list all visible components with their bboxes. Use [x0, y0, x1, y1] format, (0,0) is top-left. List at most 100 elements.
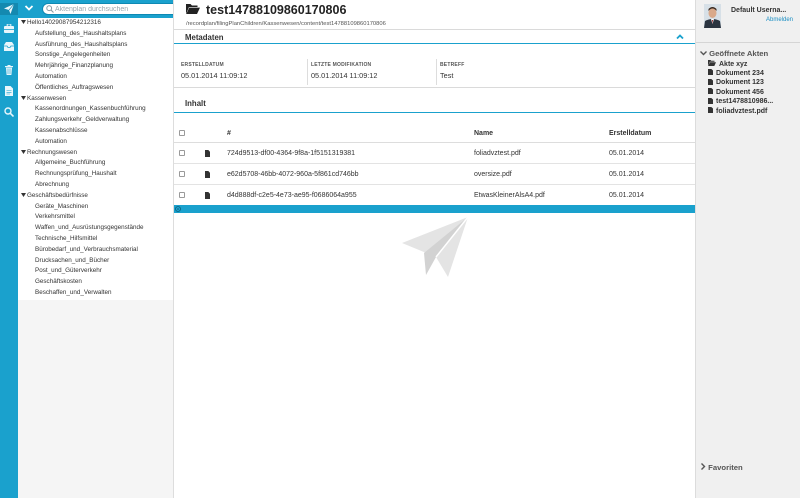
tree-item-label: Rechnungsprüfung_Haushalt	[35, 170, 117, 178]
table-row[interactable]: d4d888df-c2e5-4e73-ae95-f0686064a955 Etwa…	[174, 185, 696, 206]
tree-item-label: Geschäftsbedürfnisse	[27, 191, 88, 199]
tree-leaf[interactable]: Post_und_Güterverkehr	[35, 266, 102, 277]
file-icon	[708, 88, 713, 96]
tree-leaf[interactable]: Beschaffen_und_Verwalten	[35, 288, 112, 299]
tree-leaf[interactable]: Automation	[35, 72, 67, 83]
tree-leaf[interactable]: Sonstige_Angelegenheiten	[35, 50, 110, 61]
favorites-title: Favoriten	[708, 463, 743, 472]
info-icon[interactable]	[175, 206, 181, 212]
row-checkbox[interactable]	[179, 192, 185, 198]
tree-node[interactable]: Rechnungswesen	[21, 148, 77, 159]
tree-leaf[interactable]: Öffentliches_Auftragswesen	[35, 83, 113, 94]
file-icon	[708, 107, 713, 115]
open-file-label: Dokument 234	[716, 69, 764, 77]
document-icon[interactable]	[3, 85, 15, 97]
tree-leaf[interactable]: Aufstellung_des_Haushaltsplans	[35, 29, 126, 40]
tree-item-label: Kassenordnungen_Kassenbuchführung	[35, 105, 146, 113]
open-files-title: Geöffnete Akten	[709, 49, 769, 58]
chevron-up-icon[interactable]	[675, 32, 685, 42]
subject-label: BETREFF	[440, 62, 465, 68]
modified-label: LETZTE MODIFIKATION	[311, 62, 372, 68]
trash-icon[interactable]	[3, 64, 15, 76]
tree-leaf[interactable]: Mehrjährige_Finanzplanung	[35, 61, 113, 72]
tree-item-label: Drucksachen_und_Bücher	[35, 256, 110, 264]
document-name[interactable]: EtwasKleinerAlsA4.pdf	[474, 192, 545, 199]
document-name[interactable]: oversize.pdf	[474, 171, 512, 178]
created-label: ERSTELLDATUM	[181, 62, 224, 68]
column-header-date[interactable]: Erstelldatum	[609, 130, 651, 137]
paper-plane-icon[interactable]	[0, 3, 18, 15]
logout-link[interactable]: Abmelden	[766, 17, 793, 23]
tree-leaf[interactable]: Technische_Hilfsmittel	[35, 234, 97, 245]
tree-leaf[interactable]: Drucksachen_und_Bücher	[35, 256, 109, 267]
page-title: test14788109860170806	[186, 3, 346, 17]
inbox-icon[interactable]	[3, 40, 15, 52]
open-file-item[interactable]: test1478810986...	[708, 97, 774, 106]
row-checkbox[interactable]	[179, 150, 185, 156]
open-file-item[interactable]: Dokument 234	[708, 69, 764, 77]
modified-value: 05.01.2014 11:09:12	[311, 71, 378, 80]
briefcase-icon[interactable]	[3, 22, 15, 34]
tree-leaf[interactable]: Abrechnung	[35, 180, 69, 191]
content-title: Inhalt	[185, 99, 206, 108]
tree-node[interactable]: Geschäftsbedürfnisse	[21, 191, 88, 202]
tree-item-label: Allgemeine_Buchführung	[35, 159, 106, 167]
table-row[interactable]: e62d5708-46bb-4072-960a-5f861cd746bb over…	[174, 164, 696, 185]
paper-plane-icon	[402, 216, 470, 277]
open-file-item[interactable]: foliadvztest.pdf	[708, 107, 767, 115]
column-header-hash[interactable]: #	[227, 130, 231, 137]
tree-item-label: Waffen_und_Ausrüstungsgegenstände	[35, 224, 144, 232]
open-file-item[interactable]: Dokument 456	[708, 88, 764, 96]
modified-field: LETZTE MODIFIKATION 05.01.2014 11:09:12	[307, 59, 435, 85]
file-icon	[708, 69, 713, 77]
created-field: ERSTELLDATUM 05.01.2014 11:09:12	[178, 59, 306, 85]
avatar[interactable]	[704, 4, 721, 28]
row-checkbox[interactable]	[179, 171, 185, 177]
tree-leaf[interactable]: Geräte_Maschinen	[35, 202, 88, 213]
select-all-checkbox[interactable]	[179, 130, 185, 136]
tree-leaf[interactable]: Verkehrsmittel	[35, 212, 75, 223]
tree-leaf[interactable]: Ausführung_des_Haushaltsplans	[35, 40, 127, 51]
tree-item-label: Automation	[35, 73, 67, 80]
tree-leaf[interactable]: Rechnungsprüfung_Haushalt	[35, 169, 117, 180]
document-name[interactable]: foliadvztest.pdf	[474, 150, 521, 157]
document-id: 724d9513-df00-4364-9f8a-1f5151319381	[227, 150, 356, 157]
folder-open-icon	[186, 3, 200, 17]
open-files-header[interactable]: Geöffnete Akten	[700, 49, 768, 58]
column-header-name[interactable]: Name	[474, 130, 493, 137]
icon-rail	[0, 0, 18, 498]
open-file-item[interactable]: Dokument 123	[708, 78, 764, 87]
tree-leaf[interactable]: Bürobedarf_und_Verbrauchsmaterial	[35, 245, 138, 256]
metadata-section-header[interactable]: Metadaten	[174, 29, 696, 44]
open-file-label: test1478810986...	[716, 98, 774, 106]
tree-item-label: Geschäftskosten	[35, 278, 82, 286]
open-file-item[interactable]: Akte xyz	[708, 60, 747, 68]
user-name: Default Userna...	[731, 7, 787, 14]
tree-leaf[interactable]: Geschäftskosten	[35, 277, 82, 288]
tree-node[interactable]: Kassenwesen	[21, 94, 66, 105]
open-file-label: Dokument 456	[716, 88, 764, 96]
document-date: 05.01.2014	[609, 150, 645, 157]
search-icon[interactable]	[3, 106, 15, 118]
tree-node[interactable]: Hello14029087954212316	[21, 18, 101, 29]
search-icon	[46, 5, 54, 13]
tree-leaf[interactable]: Zahlungsverkehr_Geldverwaltung	[35, 115, 129, 126]
chevron-down-icon	[700, 49, 709, 58]
divider	[696, 42, 800, 43]
tree-leaf[interactable]: Allgemeine_Buchführung	[35, 158, 105, 169]
divider	[174, 87, 696, 88]
tree-leaf[interactable]: Automation	[35, 137, 67, 148]
open-file-label: foliadvztest.pdf	[716, 107, 768, 115]
tree-item-label: Post_und_Güterverkehr	[35, 267, 102, 275]
favorites-header[interactable]: Favoriten	[700, 463, 743, 472]
chevron-down-icon[interactable]	[24, 3, 36, 15]
breadcrumb: /recordplan/filingPlanChildren/Kassenwes…	[186, 21, 386, 27]
tree-leaf[interactable]: Waffen_und_Ausrüstungsgegenstände	[35, 223, 144, 234]
table-row[interactable]: 724d9513-df00-4364-9f8a-1f5151319381 foli…	[174, 143, 696, 164]
tree-leaf[interactable]: Kassenordnungen_Kassenbuchführung	[35, 104, 146, 115]
tree-item-label: Verkehrsmittel	[35, 213, 75, 221]
tree-item-label: Mehrjährige_Finanzplanung	[35, 62, 114, 70]
document-date: 05.01.2014	[609, 171, 645, 178]
filing-plan-search-input[interactable]	[42, 3, 184, 15]
tree-leaf[interactable]: Kassenabschlüsse	[35, 126, 88, 137]
